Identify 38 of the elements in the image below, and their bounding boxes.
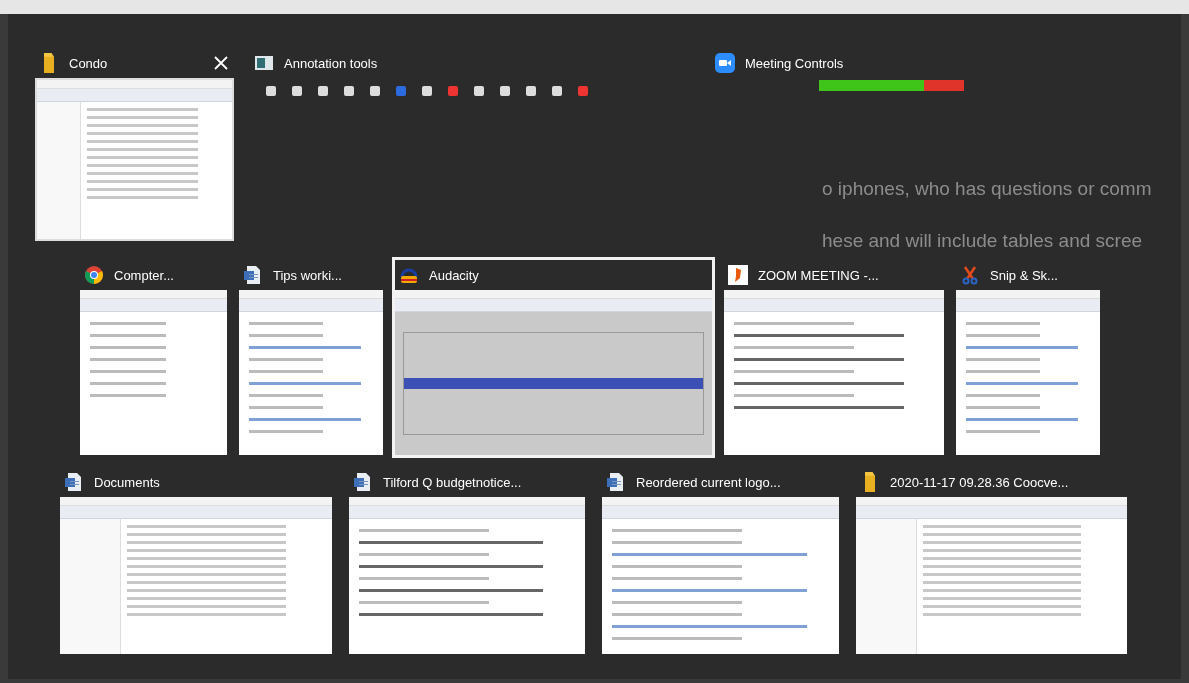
window-title: Audacity xyxy=(429,267,479,283)
window-title: Condo xyxy=(69,55,108,71)
window-title: 2020-11-17 09.28.36 Coocve... xyxy=(890,474,1069,490)
window-title: ZOOM MEETING -... xyxy=(758,267,879,283)
window-title: Tilford Q budgetnotice... xyxy=(383,474,522,490)
folder-icon xyxy=(44,53,54,73)
document-icon xyxy=(243,265,263,285)
window-tile[interactable]: Snip & Sk... xyxy=(953,257,1103,458)
folder-icon xyxy=(865,472,875,492)
window-tile[interactable]: Compter... xyxy=(77,257,230,458)
window-tile[interactable]: Documents xyxy=(57,464,335,657)
window-title: Tips worki... xyxy=(273,267,342,283)
window-tile[interactable]: Condo xyxy=(32,45,237,244)
window-title: Meeting Controls xyxy=(745,55,844,71)
app-icon xyxy=(728,265,748,285)
document-icon xyxy=(606,472,626,492)
window-tile[interactable]: Annotation tools xyxy=(247,45,698,99)
window-title: Compter... xyxy=(114,267,174,283)
browser-icon xyxy=(84,265,104,285)
background-text: hese and will include tables and scree xyxy=(822,230,1144,252)
document-icon xyxy=(64,472,84,492)
document-icon xyxy=(353,472,373,492)
window-tile[interactable]: 2020-11-17 09.28.36 Coocve... xyxy=(853,464,1130,657)
close-button[interactable] xyxy=(212,54,230,72)
window-tile[interactable]: Tips worki... xyxy=(236,257,386,458)
video-camera-icon xyxy=(715,53,735,73)
window-tile[interactable]: Meeting Controls xyxy=(708,45,1008,94)
window-tile[interactable]: Tilford Q budgetnotice... xyxy=(346,464,588,657)
scissors-icon xyxy=(960,265,980,285)
window-title: Reordered current logo... xyxy=(636,474,781,490)
window-title: Annotation tools xyxy=(284,55,378,71)
window-tile[interactable]: Reordered current logo... xyxy=(599,464,842,657)
window-title: Documents xyxy=(94,474,160,490)
window-icon xyxy=(254,53,274,73)
window-title: Snip & Sk... xyxy=(990,267,1058,283)
background-text: o iphones, who has questions or comm xyxy=(822,178,1152,200)
window-tile[interactable]: Audacity xyxy=(392,257,715,458)
window-tile[interactable]: ZOOM MEETING -... xyxy=(721,257,947,458)
